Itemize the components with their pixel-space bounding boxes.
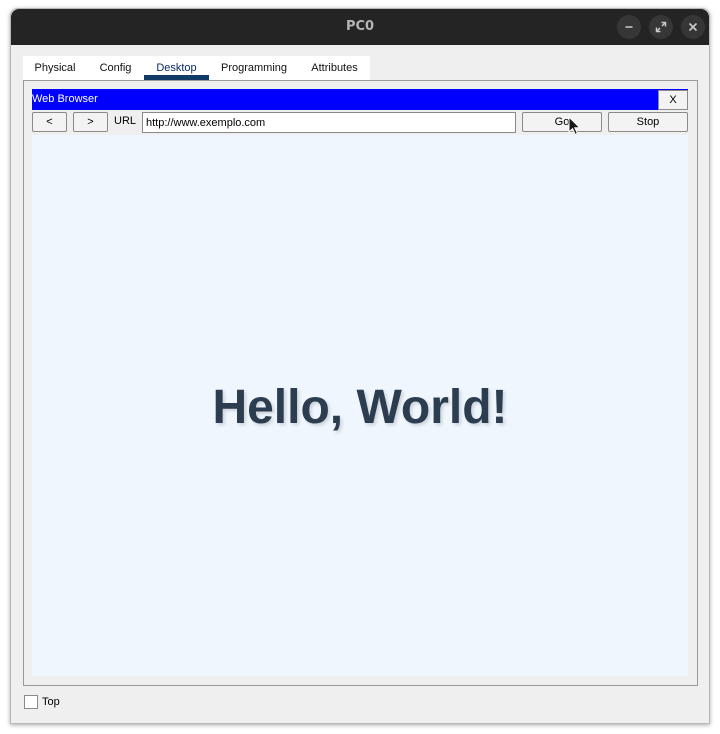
app-window: PC0 Physical Config Desktop Programming … <box>10 8 710 724</box>
tab-desktop[interactable]: Desktop <box>144 56 209 80</box>
browser-close-button[interactable]: X <box>658 90 688 110</box>
maximize-icon <box>655 21 667 33</box>
browser-navbar: < > URL Go Stop <box>32 112 688 134</box>
tab-attributes[interactable]: Attributes <box>299 56 370 80</box>
tab-config[interactable]: Config <box>87 56 144 80</box>
mouse-pointer-icon <box>568 116 582 136</box>
url-input[interactable] <box>142 112 516 133</box>
forward-button[interactable]: > <box>73 112 108 132</box>
window-title: PC0 <box>345 19 375 34</box>
close-icon <box>688 22 698 32</box>
browser-viewport: Hello, World! <box>32 135 688 676</box>
page-heading: Hello, World! <box>212 381 508 434</box>
go-button[interactable]: Go <box>522 112 602 132</box>
top-checkbox-label: Top <box>42 696 60 708</box>
window-titlebar: PC0 <box>11 9 709 45</box>
minimize-button[interactable] <box>617 15 641 39</box>
top-checkbox[interactable] <box>24 695 38 709</box>
close-window-button[interactable] <box>681 15 705 39</box>
maximize-button[interactable] <box>649 15 673 39</box>
tab-physical[interactable]: Physical <box>23 56 87 80</box>
tab-programming[interactable]: Programming <box>209 56 299 80</box>
back-button[interactable]: < <box>32 112 67 132</box>
stop-button[interactable]: Stop <box>608 112 688 132</box>
url-label: URL <box>114 115 137 127</box>
minimize-icon <box>625 26 633 28</box>
tab-bar: Physical Config Desktop Programming Attr… <box>23 56 370 80</box>
browser-titlebar: Web Browser <box>32 89 688 110</box>
